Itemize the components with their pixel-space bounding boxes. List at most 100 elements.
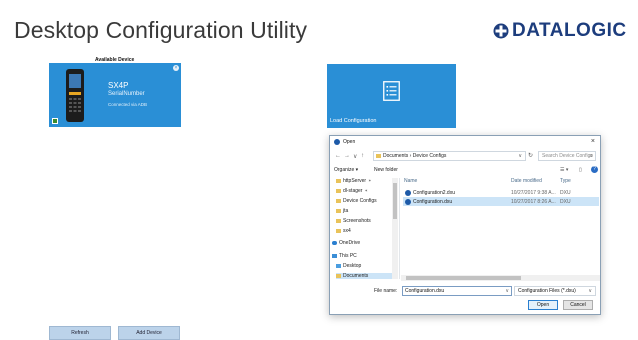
file-name-row: File name: Configuration.dxu ∨ Configura… [330,286,600,297]
file-name-field[interactable]: Configuration.dxu ∨ [402,286,512,296]
config-file-icon [405,190,411,196]
datalogic-logo-icon [493,23,509,39]
list-document-icon [383,81,400,101]
open-file-dialog: Open × ← → ∨ ↑ Documents › Device Config… [329,135,601,315]
load-configuration-tile[interactable]: Load Configuration [327,64,456,128]
navigation-pane: httpServer ✶ dl-stager ✶ Device Configs jt… [330,178,400,279]
recent-locations-icon[interactable]: ∨ [353,153,357,160]
pin-icon: ✶ [368,178,372,183]
forward-arrow-icon[interactable]: → [344,153,350,159]
nav-item-jta[interactable]: jta [336,208,348,214]
cancel-button[interactable]: Cancel [563,300,593,310]
file-row[interactable]: Configuration2.dxu 10/27/2017 9:38 A... … [403,188,599,197]
dialog-titlebar[interactable]: Open × [330,136,600,149]
check-icon [52,118,58,124]
nav-item-device-configs[interactable]: Device Configs [336,198,377,204]
scrollbar-thumb[interactable] [406,276,521,280]
file-type-value: Configuration Files (*.dxu) [518,288,576,294]
nav-item-label: httpServer [343,178,367,184]
address-row: ← → ∨ ↑ Documents › Device Configs ∨ ↻ S… [330,151,600,163]
file-name: Configuration2.dxu [413,190,455,196]
search-icon: ⌕ [589,153,593,159]
nav-item-desktop[interactable]: Desktop [336,263,361,269]
dialog-title: Open [343,139,356,145]
file-row-selected[interactable]: Configuration.dxu 10/27/2017 8:26 A... D… [403,197,599,206]
folder-icon [336,188,341,193]
nav-item-dl-stager[interactable]: dl-stager ✶ [336,188,368,194]
address-path: Documents › Device Configs [383,153,447,159]
close-icon[interactable]: × [173,65,179,71]
nav-item-screenshots[interactable]: Screenshots [336,218,371,224]
desktop-icon [336,263,341,268]
nav-scrollbar[interactable] [392,178,398,279]
horizontal-scrollbar[interactable] [401,275,600,281]
command-bar: Organize ▾ New folder ☰ ▾ ▯ ? [330,166,600,176]
logo-text: DATALOGIC [512,20,627,41]
refresh-icon[interactable]: ↻ [528,152,533,159]
nav-item-label: This PC [339,253,357,259]
column-header-type[interactable]: Type [560,178,571,184]
app-icon [334,139,340,145]
nav-item-label: Desktop [343,263,362,269]
pin-icon: ✶ [364,188,368,193]
folder-icon [336,273,341,278]
chevron-down-icon[interactable]: ∨ [505,287,509,295]
add-device-button[interactable]: Add Device [118,326,180,340]
cloud-icon [332,240,337,245]
folder-icon [336,228,341,233]
column-header-name[interactable]: Name [404,178,417,184]
file-type: DXU [560,199,571,205]
new-folder-button[interactable]: New folder [374,167,398,173]
nav-item-httpserver[interactable]: httpServer ✶ [336,178,371,184]
nav-item-label: Screenshots [343,218,371,224]
nav-item-label: Device Configs [343,198,377,204]
config-file-icon [405,199,411,205]
load-configuration-label: Load Configuration [330,118,377,124]
nav-item-label: jta [343,208,349,214]
back-arrow-icon[interactable]: ← [335,153,341,159]
folder-icon [336,218,341,223]
search-placeholder: Search Device Configs [542,153,593,159]
refresh-button[interactable]: Refresh [49,326,111,340]
nav-item-documents[interactable]: Documents [336,273,392,279]
help-icon[interactable]: ? [591,166,598,173]
datalogic-logo: DATALOGIC [493,20,627,42]
file-date: 10/27/2017 9:38 A... [511,190,556,196]
nav-item-label: Documents [343,273,369,279]
nav-item-onedrive[interactable]: OneDrive [332,240,360,246]
nav-item-sx4[interactable]: sx4 [336,228,351,234]
app-title: Desktop Configuration Utility [14,17,308,43]
device-model: SX4P [108,81,129,90]
scrollbar-thumb[interactable] [393,183,397,219]
nav-item-label: dl-stager [343,188,363,194]
organize-menu[interactable]: Organize ▾ [334,167,358,173]
device-card[interactable]: SX4P SerialNumber Connected via ADB × [49,63,181,127]
device-connection-status: Connected via ADB [108,102,148,107]
folder-icon [336,178,341,183]
file-name-value: Configuration.dxu [405,288,445,294]
device-serial: SerialNumber [108,91,145,97]
chevron-down-icon: ∨ [588,288,592,294]
chevron-down-icon[interactable]: ∨ [518,152,522,160]
nav-item-label: OneDrive [339,240,361,246]
file-name: Configuration.dxu [413,199,453,205]
view-options-icon[interactable]: ☰ ▾ [560,167,568,173]
folder-icon [336,198,341,203]
nav-item-label: sx4 [343,228,351,234]
up-arrow-icon[interactable]: ↑ [361,153,364,159]
search-input[interactable]: Search Device Configs ⌕ [538,151,596,161]
nav-item-this-pc[interactable]: This PC [332,253,357,259]
folder-icon [376,153,381,158]
computer-icon [332,253,337,258]
column-header-date[interactable]: Date modified [511,178,542,184]
scanner-device-icon [63,68,87,123]
file-date: 10/27/2017 8:26 A... [511,199,556,205]
folder-icon [336,208,341,213]
file-type-select[interactable]: Configuration Files (*.dxu) ∨ [514,286,596,296]
file-list: Name Date modified Type Configuration2.d… [401,178,602,279]
preview-pane-icon[interactable]: ▯ [579,167,582,173]
close-icon[interactable]: × [591,138,595,145]
file-name-label: File name: [374,288,398,294]
open-button[interactable]: Open [528,300,558,310]
address-bar[interactable]: Documents › Device Configs ∨ [373,151,526,161]
